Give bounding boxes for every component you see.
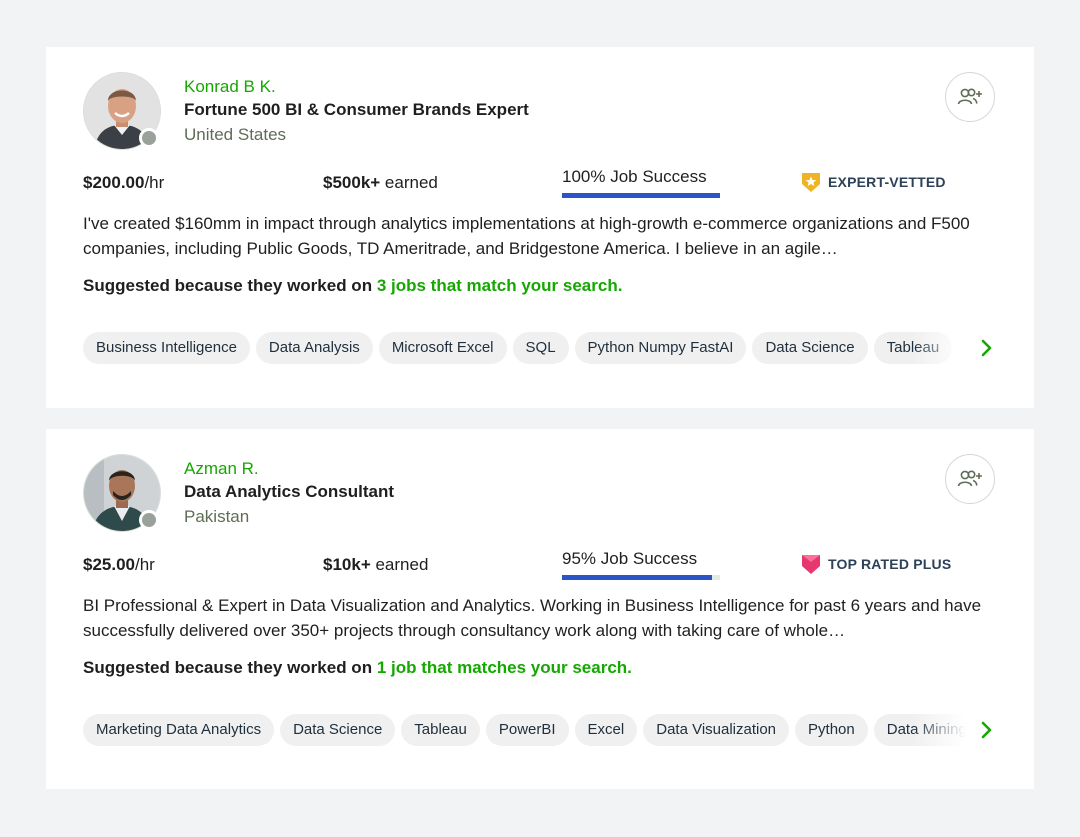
- freelancer-headline: Data Analytics Consultant: [184, 482, 395, 501]
- freelancer-card[interactable]: Azman R. Data Analytics Consultant Pakis…: [46, 429, 1034, 789]
- freelancer-location: Pakistan: [184, 507, 250, 526]
- expert-vetted-icon: [802, 173, 820, 192]
- skill-chip[interactable]: Data Science: [752, 332, 868, 364]
- skill-chip[interactable]: Python: [795, 714, 868, 746]
- skill-chip[interactable]: Data Science: [280, 714, 396, 746]
- skill-chip[interactable]: Python Numpy FastAI: [574, 332, 747, 364]
- invite-button[interactable]: [945, 454, 995, 504]
- avatar[interactable]: [83, 72, 161, 150]
- avatar[interactable]: [83, 454, 161, 532]
- skill-chip[interactable]: Tableau: [873, 332, 953, 364]
- total-earned: $10k+ earned: [323, 555, 428, 575]
- job-success-bar: [562, 575, 720, 580]
- skills-list: Marketing Data Analytics Data Science Ta…: [83, 714, 966, 746]
- rate-unit: /hr: [144, 173, 165, 192]
- job-success-label: 95% Job Success: [562, 549, 698, 568]
- skill-chip[interactable]: Microsoft Excel: [378, 332, 507, 364]
- skill-chip[interactable]: Data Analysis: [255, 332, 373, 364]
- offline-status-dot: [139, 510, 159, 530]
- rate-amount: $200.00: [83, 173, 145, 192]
- freelancer-description: I've created $160mm in impact through an…: [83, 214, 970, 258]
- invite-button[interactable]: [945, 72, 995, 122]
- skills-list: Business Intelligence Data Analysis Micr…: [83, 332, 966, 364]
- freelancer-description: BI Professional & Expert in Data Visuali…: [83, 596, 982, 640]
- hourly-rate: $200.00/hr: [83, 173, 164, 193]
- skill-chip[interactable]: Marketing Data Analytics: [83, 714, 275, 746]
- skill-chip[interactable]: PowerBI: [485, 714, 569, 746]
- hourly-rate: $25.00/hr: [83, 555, 155, 575]
- suggestion-text: Suggested because they worked on: [83, 276, 377, 295]
- earned-amount: $10k+: [323, 555, 371, 574]
- skill-chip[interactable]: Business Intelligence: [83, 332, 250, 364]
- freelancer-headline: Fortune 500 BI & Consumer Brands Expert: [184, 100, 529, 119]
- chevron-right-icon[interactable]: [976, 719, 996, 741]
- skill-chip[interactable]: Data Visualization: [643, 714, 790, 746]
- job-success-label: 100% Job Success: [562, 167, 707, 186]
- job-success-score: 95% Job Success: [562, 549, 720, 580]
- top-rated-plus-icon: [802, 555, 820, 574]
- earned-amount: $500k+: [323, 173, 381, 192]
- matching-jobs-link[interactable]: 3 jobs that match your search.: [377, 276, 623, 295]
- freelancer-name[interactable]: Konrad B K.: [184, 77, 276, 97]
- freelancer-card[interactable]: Konrad B K. Fortune 500 BI & Consumer Br…: [46, 47, 1034, 408]
- skill-chip[interactable]: SQL: [512, 332, 569, 364]
- suggestion-reason: Suggested because they worked on 3 jobs …: [83, 276, 622, 296]
- add-user-icon: [957, 470, 982, 487]
- badge-label: TOP RATED PLUS: [828, 556, 952, 572]
- skill-chip[interactable]: Data Mining: [873, 714, 966, 746]
- freelancer-name[interactable]: Azman R.: [184, 459, 259, 479]
- skill-chip[interactable]: Excel: [574, 714, 638, 746]
- suggestion-text: Suggested because they worked on: [83, 658, 377, 677]
- badge-label: EXPERT-VETTED: [828, 174, 946, 190]
- skill-chip[interactable]: Tableau: [401, 714, 480, 746]
- expert-vetted-badge: EXPERT-VETTED: [800, 171, 946, 193]
- rate-amount: $25.00: [83, 555, 135, 574]
- total-earned: $500k+ earned: [323, 173, 438, 193]
- job-success-score: 100% Job Success: [562, 167, 720, 198]
- add-user-icon: [957, 88, 982, 105]
- job-success-bar: [562, 193, 720, 198]
- job-success-bar-fill: [562, 193, 720, 198]
- earned-label: earned: [370, 555, 429, 574]
- top-rated-plus-badge: TOP RATED PLUS: [800, 553, 951, 575]
- matching-jobs-link[interactable]: 1 job that matches your search.: [377, 658, 632, 677]
- chevron-right-icon[interactable]: [976, 337, 996, 359]
- suggestion-reason: Suggested because they worked on 1 job t…: [83, 658, 632, 678]
- rate-unit: /hr: [135, 555, 155, 574]
- earned-label: earned: [380, 173, 438, 192]
- freelancer-location: United States: [184, 125, 287, 144]
- job-success-bar-fill: [562, 575, 713, 580]
- offline-status-dot: [139, 128, 159, 148]
